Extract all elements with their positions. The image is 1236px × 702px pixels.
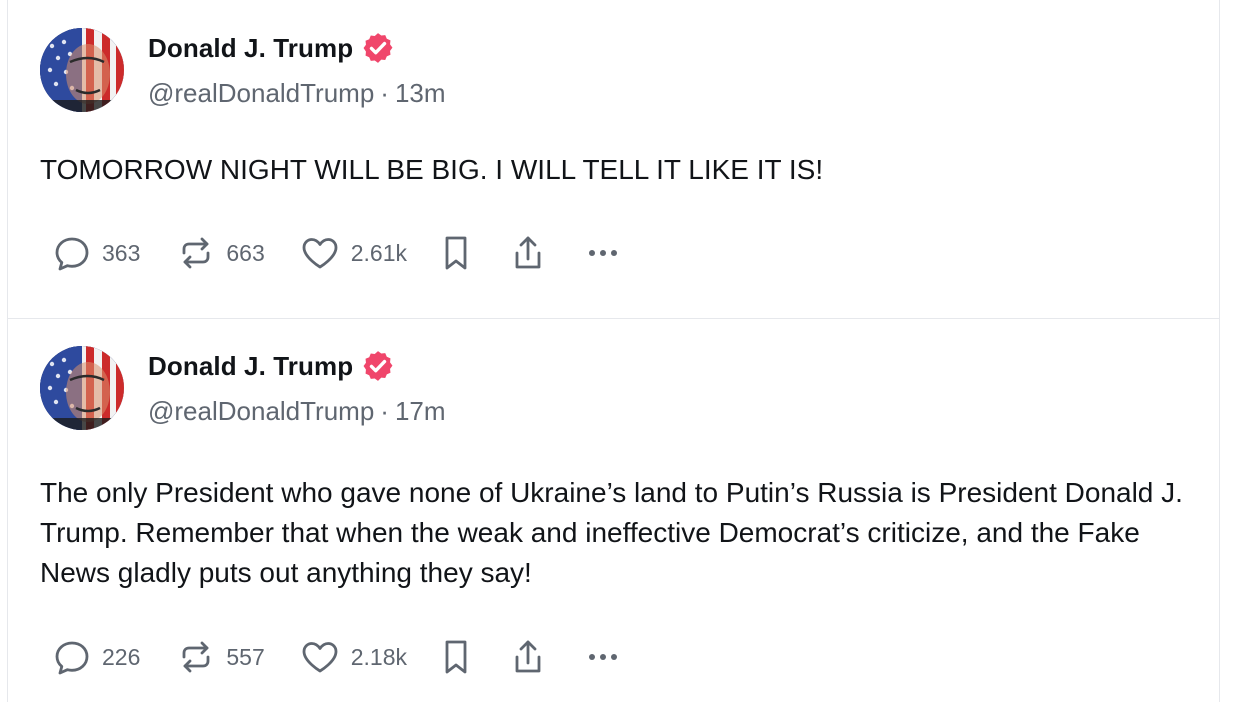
like-count: 2.18k [350,643,408,670]
more-options-button[interactable] [583,233,623,273]
post-card[interactable]: Donald J. Trump @realDonaldTrump · 17m The… [8,318,1219,702]
post-timestamp[interactable]: 17m [395,396,446,426]
separator-dot: · [380,78,389,108]
avatar[interactable] [40,346,124,430]
bookmark-button[interactable] [439,637,473,677]
heart-icon [299,637,341,677]
handle-row: @realDonaldTrump · 17m [148,396,446,427]
more-options-button[interactable] [583,637,623,677]
repost-count: 663 [226,239,265,266]
like-button[interactable]: 2.18k [299,637,407,677]
share-upload-icon [509,233,547,273]
author-handle[interactable]: @realDonaldTrump [148,78,374,108]
verified-badge-icon [361,31,395,65]
more-dots-icon [583,233,623,273]
share-button[interactable] [509,233,547,273]
repost-count: 557 [226,643,265,670]
post-timestamp[interactable]: 13m [395,78,446,108]
reply-count: 363 [102,239,141,266]
reply-button[interactable]: 226 [52,637,140,677]
reply-button[interactable]: 363 [52,233,140,273]
author-name[interactable]: Donald J. Trump [148,33,353,64]
post-feed: Donald J. Trump @realDonaldTrump · 13m TOM… [7,0,1220,702]
post-card[interactable]: Donald J. Trump @realDonaldTrump · 13m TOM… [8,0,1219,319]
verified-badge-icon [361,349,395,383]
heart-icon [299,233,341,273]
author-name[interactable]: Donald J. Trump [148,351,353,382]
bookmark-icon [439,233,473,273]
bookmark-icon [439,637,473,677]
action-bar: 363 663 2.61k [52,231,623,275]
avatar[interactable] [40,28,124,112]
separator-dot: · [380,396,389,426]
bookmark-button[interactable] [439,233,473,273]
post-text: The only President who gave none of Ukra… [40,477,1183,588]
reply-count: 226 [102,643,141,670]
share-button[interactable] [509,637,547,677]
repost-button[interactable]: 557 [176,637,265,677]
speech-bubble-icon [52,637,92,677]
post-text: TOMORROW NIGHT WILL BE BIG. I WILL TELL … [40,154,824,185]
speech-bubble-icon [52,233,92,273]
like-button[interactable]: 2.61k [299,233,407,273]
action-bar: 226 557 2.18k [52,635,623,679]
repost-button[interactable]: 663 [176,233,265,273]
share-upload-icon [509,637,547,677]
repost-arrows-icon [176,233,216,273]
repost-arrows-icon [176,637,216,677]
more-dots-icon [583,637,623,677]
like-count: 2.61k [350,239,408,266]
author-handle[interactable]: @realDonaldTrump [148,396,374,426]
handle-row: @realDonaldTrump · 13m [148,78,446,109]
